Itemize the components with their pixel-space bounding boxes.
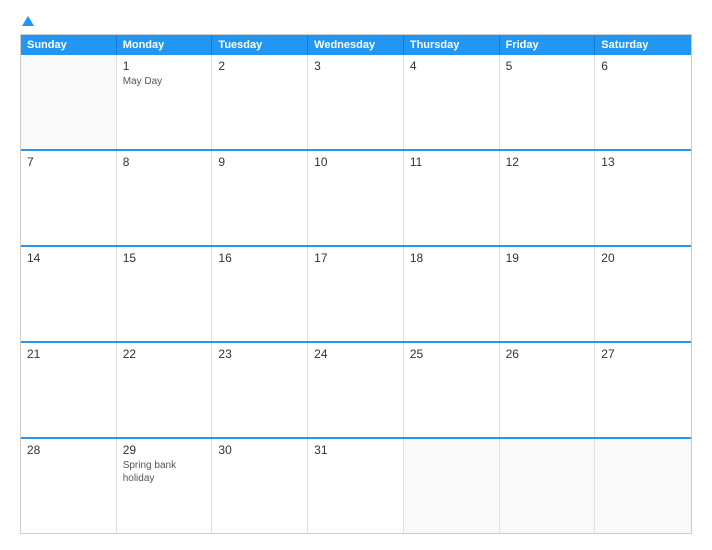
day-number: 12	[506, 155, 589, 169]
day-cell: 16	[212, 247, 308, 341]
day-cell: 9	[212, 151, 308, 245]
day-cell: 17	[308, 247, 404, 341]
day-cell: 2	[212, 55, 308, 149]
day-cell: 5	[500, 55, 596, 149]
day-number: 26	[506, 347, 589, 361]
day-number: 19	[506, 251, 589, 265]
day-cell: 3	[308, 55, 404, 149]
day-cell: 20	[595, 247, 691, 341]
week-row-4: 21 22 23 24 25 26 27	[21, 341, 691, 437]
day-number: 8	[123, 155, 206, 169]
day-number: 31	[314, 443, 397, 457]
day-number: 5	[506, 59, 589, 73]
day-cell: 7	[21, 151, 117, 245]
logo-blue-text	[20, 16, 34, 26]
day-number: 14	[27, 251, 110, 265]
logo-triangle-icon	[22, 16, 34, 26]
week-row-5: 28 29 Spring bankholiday 30 31	[21, 437, 691, 533]
day-number: 21	[27, 347, 110, 361]
day-cell: 6	[595, 55, 691, 149]
day-number: 29	[123, 443, 206, 457]
day-number: 13	[601, 155, 685, 169]
weeks-container: 1May Day23456789101112131415161718192021…	[21, 55, 691, 533]
calendar-page: Sunday Monday Tuesday Wednesday Thursday…	[0, 0, 712, 550]
event-label: Spring bank	[123, 459, 206, 472]
day-number: 9	[218, 155, 301, 169]
event-label: holiday	[123, 472, 206, 485]
day-cell: 31	[308, 439, 404, 533]
day-cell: 26	[500, 343, 596, 437]
week-row-1: 1 May Day 23456	[21, 55, 691, 149]
header-friday: Friday	[500, 35, 596, 55]
header	[20, 16, 692, 26]
day-cell: 28	[21, 439, 117, 533]
day-number: 16	[218, 251, 301, 265]
day-number: 2	[218, 59, 301, 73]
header-thursday: Thursday	[404, 35, 500, 55]
day-number: 30	[218, 443, 301, 457]
header-tuesday: Tuesday	[212, 35, 308, 55]
day-cell: 30	[212, 439, 308, 533]
day-number: 6	[601, 59, 685, 73]
day-cell: 10	[308, 151, 404, 245]
day-number: 7	[27, 155, 110, 169]
day-number: 18	[410, 251, 493, 265]
day-headers-row: Sunday Monday Tuesday Wednesday Thursday…	[21, 35, 691, 55]
day-cell: 13	[595, 151, 691, 245]
day-cell: 12	[500, 151, 596, 245]
day-cell	[404, 439, 500, 533]
week-row-3: 14 15 16 17 18 19 20	[21, 245, 691, 341]
day-number: 22	[123, 347, 206, 361]
day-cell: 19	[500, 247, 596, 341]
event-label: May Day	[123, 75, 206, 88]
header-saturday: Saturday	[595, 35, 691, 55]
day-number: 20	[601, 251, 685, 265]
day-number: 15	[123, 251, 206, 265]
day-cell: 4	[404, 55, 500, 149]
calendar-grid: Sunday Monday Tuesday Wednesday Thursday…	[20, 34, 692, 534]
day-cell	[21, 55, 117, 149]
day-cell: 14	[21, 247, 117, 341]
day-number: 3	[314, 59, 397, 73]
day-cell	[500, 439, 596, 533]
header-monday: Monday	[117, 35, 213, 55]
day-cell: 18	[404, 247, 500, 341]
day-number: 17	[314, 251, 397, 265]
day-cell: 15	[117, 247, 213, 341]
day-number: 10	[314, 155, 397, 169]
day-number: 1	[123, 59, 206, 73]
day-cell	[595, 439, 691, 533]
header-sunday: Sunday	[21, 35, 117, 55]
logo	[20, 16, 34, 26]
day-cell: 22	[117, 343, 213, 437]
day-cell: 25	[404, 343, 500, 437]
day-number: 25	[410, 347, 493, 361]
day-cell: 23	[212, 343, 308, 437]
day-cell: 21	[21, 343, 117, 437]
day-number: 23	[218, 347, 301, 361]
day-cell: 24	[308, 343, 404, 437]
day-cell: 29 Spring bankholiday	[117, 439, 213, 533]
day-cell: 1 May Day	[117, 55, 213, 149]
day-number: 11	[410, 155, 493, 169]
day-number: 27	[601, 347, 685, 361]
header-wednesday: Wednesday	[308, 35, 404, 55]
day-number: 28	[27, 443, 110, 457]
day-cell: 8	[117, 151, 213, 245]
day-cell: 11	[404, 151, 500, 245]
day-number: 24	[314, 347, 397, 361]
day-cell: 27	[595, 343, 691, 437]
week-row-2: 789 10 11 12 13	[21, 149, 691, 245]
day-number: 4	[410, 59, 493, 73]
